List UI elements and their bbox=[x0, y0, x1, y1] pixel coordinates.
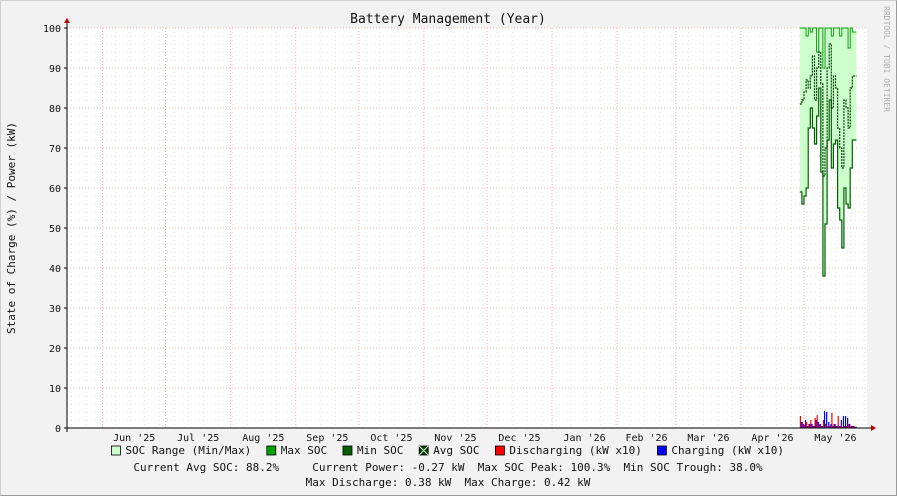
discharging-bar bbox=[810, 420, 812, 428]
discharging-bar bbox=[816, 415, 818, 428]
y-axis-label: State of Charge (%) / Power (kW) bbox=[5, 122, 18, 334]
y-tick-label: 40 bbox=[49, 264, 61, 275]
legend-label: SOC Range (Min/Max) bbox=[125, 444, 251, 457]
x-tick-label: Apr '26 bbox=[751, 433, 793, 444]
y-tick-label: 20 bbox=[49, 344, 61, 355]
y-tick-label: 70 bbox=[49, 144, 61, 155]
legend-swatch bbox=[111, 445, 121, 456]
summary-line-1: Current Avg SOC: 88.2% Current Power: -0… bbox=[133, 461, 763, 474]
charging-bar bbox=[830, 424, 832, 428]
discharging-bar bbox=[825, 424, 827, 428]
discharging-bar bbox=[808, 424, 810, 428]
legend-label: Avg SOC bbox=[433, 444, 479, 457]
legend-item-min-soc: Min SOC bbox=[342, 444, 403, 457]
discharging-bar bbox=[848, 424, 850, 428]
summary-line-2: Max Discharge: 0.38 kW Max Charge: 0.42 … bbox=[306, 476, 591, 489]
y-tick-label: 0 bbox=[55, 424, 61, 435]
legend-label: Discharging (kW x10) bbox=[509, 444, 641, 457]
x-tick-label: Sep '25 bbox=[306, 433, 348, 444]
discharging-bar bbox=[818, 424, 820, 428]
x-tick-label: Jun '25 bbox=[113, 433, 155, 444]
y-tick-label: 60 bbox=[49, 184, 61, 195]
legend-swatch bbox=[657, 445, 667, 456]
charging-bar bbox=[815, 420, 817, 428]
discharging-bar bbox=[837, 416, 839, 428]
legend-swatch bbox=[266, 445, 277, 456]
legend-label: Charging (kW x10) bbox=[671, 444, 784, 457]
legend-swatch bbox=[342, 445, 353, 456]
discharging-bar bbox=[814, 418, 816, 428]
y-tick-label: 80 bbox=[49, 104, 61, 115]
x-tick-label: Feb '26 bbox=[625, 433, 667, 444]
discharging-bar bbox=[822, 420, 825, 428]
charging-bar bbox=[800, 422, 803, 428]
charging-bar bbox=[826, 412, 828, 428]
x-tick-label: Dec '25 bbox=[498, 433, 540, 444]
charging-bar bbox=[817, 422, 819, 428]
charging-bar bbox=[828, 422, 830, 428]
legend-item-max-soc: Max SOC bbox=[266, 444, 327, 457]
charging-bar bbox=[805, 420, 807, 428]
y-axis-arrow bbox=[64, 18, 70, 23]
y-tick-label: 10 bbox=[49, 384, 61, 395]
discharging-bar bbox=[799, 416, 802, 428]
x-tick-labels: Jun '25 Jul '25 Aug '25 Sep '25 Oct '25 Nov '… bbox=[113, 433, 856, 444]
y-tick-label: 100 bbox=[43, 24, 61, 35]
charging-bar bbox=[802, 424, 805, 428]
charging-bar bbox=[809, 424, 811, 428]
x-tick-label: Nov '25 bbox=[434, 433, 476, 444]
x-axis-arrow bbox=[871, 425, 876, 431]
charging-bar bbox=[849, 424, 851, 428]
legend-label: Min SOC bbox=[357, 444, 403, 457]
x-tick-label: Mar '26 bbox=[687, 433, 729, 444]
charging-bar bbox=[840, 420, 842, 428]
discharging-bar bbox=[801, 422, 804, 428]
y-tick-label: 30 bbox=[49, 304, 61, 315]
legend-swatch bbox=[494, 445, 505, 456]
legend-item-avg-soc: Avg SOC bbox=[418, 444, 480, 457]
legend: SOC Range (Min/Max) Max SOC Min SOC Avg SOC… bbox=[111, 444, 784, 457]
legend-item-discharging: Discharging (kW x10) bbox=[494, 444, 642, 457]
charging-bar bbox=[823, 411, 826, 428]
legend-item-charging: Charging (kW x10) bbox=[657, 444, 784, 457]
x-tick-label: Jul '25 bbox=[177, 433, 219, 444]
charging-bar bbox=[819, 424, 821, 428]
x-tick-label: Oct '25 bbox=[370, 433, 412, 444]
x-tick-label: May '26 bbox=[814, 433, 856, 444]
legend-label: Max SOC bbox=[281, 444, 327, 457]
charging-bar bbox=[811, 424, 813, 428]
charging-bar bbox=[834, 424, 836, 428]
battery-chart: 0 10 20 30 40 50 60 70 80 90 100 Jun '25 Jul '25 Aug… bbox=[5, 6, 891, 489]
charging-bar bbox=[844, 416, 847, 428]
y-tick-label: 50 bbox=[49, 224, 61, 235]
x-tick-label: Aug '25 bbox=[242, 433, 284, 444]
chart-title: Battery Management (Year) bbox=[350, 12, 546, 27]
discharging-bar bbox=[833, 424, 835, 428]
y-tick-labels: 0 10 20 30 40 50 60 70 80 90 100 bbox=[43, 24, 61, 435]
legend-item-soc-range: SOC Range (Min/Max) bbox=[111, 444, 251, 457]
x-tick-label: Jan '26 bbox=[564, 433, 606, 444]
charging-bar bbox=[847, 418, 849, 428]
discharging-bar bbox=[806, 422, 808, 428]
discharging-bar bbox=[831, 412, 833, 428]
y-tick-label: 90 bbox=[49, 64, 61, 75]
charging-bar bbox=[842, 416, 845, 428]
watermark: RRDTOOL / TOBI OETIKER bbox=[882, 6, 891, 112]
